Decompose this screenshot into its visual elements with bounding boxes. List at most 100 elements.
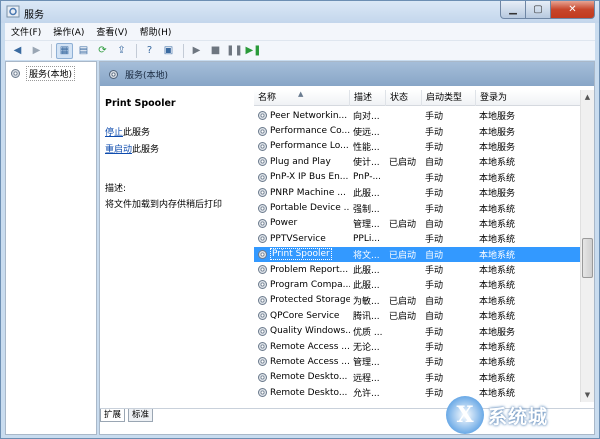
refresh-button[interactable]: ⟳ — [94, 43, 111, 59]
table-row[interactable]: PnP-X IP Bus En... PnP-... 手动 本地系统 — [254, 170, 580, 185]
gear-icon — [109, 69, 118, 79]
table-row[interactable]: Power 管理... 已启动 自动 本地系统 — [254, 216, 580, 231]
column-logon-as[interactable]: 登录为 — [476, 90, 580, 106]
list-header: ▲ 名称 描述 状态 启动类型 登录为 — [254, 90, 580, 106]
cell-startup-type: 手动 — [425, 235, 444, 246]
cell-startup-type: 手动 — [425, 204, 444, 215]
table-row[interactable]: PPTVService PPLi... 手动 本地系统 — [254, 231, 580, 246]
back-button[interactable]: ◀ — [9, 43, 26, 59]
table-row[interactable]: Quality Windows... 优质 ... 手动 本地服务 — [254, 323, 580, 338]
restart-service-button[interactable]: ▶❚ — [245, 43, 262, 59]
menu-action[interactable]: 操作(A) — [53, 25, 84, 38]
column-name[interactable]: ▲ 名称 — [254, 90, 350, 106]
maximize-button[interactable]: ▢ — [526, 1, 551, 19]
cell-startup-type: 手动 — [425, 127, 444, 138]
menu-file[interactable]: 文件(F) — [11, 25, 41, 38]
tree-item-services-local[interactable]: 服务(本地) — [10, 66, 76, 81]
service-name: Print Spooler — [105, 98, 176, 109]
cell-logon-as: 本地系统 — [479, 250, 516, 261]
table-row[interactable]: Protected Storage 为敏... 已启动 自动 本地系统 — [254, 293, 580, 308]
vertical-scrollbar[interactable]: ▲ ▼ — [580, 90, 594, 402]
stop-service-link[interactable]: 停止 — [105, 128, 123, 138]
close-icon: ✕ — [568, 4, 577, 15]
restart-icon: ▶❚ — [245, 45, 262, 56]
cell-name: QPCore Service — [254, 310, 350, 321]
cell-description: 远程... — [353, 373, 380, 384]
service-name-text: Remote Access ... — [270, 356, 350, 367]
pane-title: 服务(本地) — [125, 70, 169, 81]
start-service-button[interactable]: ▶ — [188, 43, 205, 59]
show-console-tree-button[interactable]: ▦ — [56, 42, 73, 59]
tree-item-label: 服务(本地) — [26, 66, 76, 81]
table-row[interactable]: Peer Networkin... 向对... 手动 本地服务 — [254, 108, 580, 123]
refresh-icon: ⟳ — [98, 45, 107, 56]
column-description[interactable]: 描述 — [350, 90, 386, 106]
tab-extended[interactable]: 扩展 — [100, 409, 126, 422]
column-description-label: 描述 — [354, 93, 373, 103]
cell-logon-as: 本地系统 — [479, 373, 516, 384]
service-gear-icon — [258, 188, 267, 198]
cell-startup-type: 手动 — [425, 343, 444, 354]
menu-help[interactable]: 帮助(H) — [140, 25, 172, 38]
table-row[interactable]: Remote Deskto... 远程... 手动 本地系统 — [254, 370, 580, 385]
restart-service-link[interactable]: 重启动 — [105, 145, 132, 155]
service-gear-icon — [258, 265, 267, 275]
service-name-text: Performance Co... — [270, 126, 350, 137]
cell-logon-as: 本地系统 — [479, 204, 516, 215]
table-row[interactable]: Portable Device ... 强制... 手动 本地系统 — [254, 200, 580, 215]
table-row[interactable]: Remote Access ... 无论... 手动 本地系统 — [254, 339, 580, 354]
minimize-button[interactable]: ▁ — [500, 1, 526, 19]
forward-button[interactable]: ▶ — [28, 43, 45, 59]
service-name-text: Problem Report... — [270, 264, 349, 275]
table-row[interactable]: Plug and Play 使计... 已启动 自动 本地系统 — [254, 154, 580, 169]
watermark-logo-icon: X — [446, 396, 484, 434]
restart-row: 重启动此服务 — [105, 142, 254, 155]
cell-description: 性能... — [353, 142, 380, 153]
scroll-up-button[interactable]: ▲ — [581, 90, 594, 104]
stop-suffix: 此服务 — [123, 128, 151, 138]
menu-view[interactable]: 查看(V) — [96, 25, 127, 38]
cell-status: 已启动 — [389, 158, 417, 169]
service-gear-icon — [258, 249, 267, 259]
table-row[interactable]: Program Compa... 此服... 手动 本地系统 — [254, 277, 580, 292]
table-row[interactable]: Performance Co... 使远... 手动 本地服务 — [254, 123, 580, 138]
table-row[interactable]: Problem Report... 此服... 手动 本地系统 — [254, 262, 580, 277]
cell-name: PnP-X IP Bus En... — [254, 172, 350, 183]
service-name-text: Remote Deskto... — [270, 387, 348, 398]
table-row[interactable]: Remote Access ... 管理... 手动 本地系统 — [254, 354, 580, 369]
view-button[interactable]: ▣ — [160, 43, 177, 59]
close-button[interactable]: ✕ — [551, 1, 595, 19]
help-button[interactable]: ? — [141, 43, 158, 59]
stop-service-button[interactable]: ■ — [207, 43, 224, 59]
services-list: ▲ 名称 描述 状态 启动类型 登录为 Peer Networkin... 向对.… — [254, 90, 594, 402]
cell-startup-type: 自动 — [425, 158, 444, 169]
cell-name: PPTVService — [254, 233, 350, 244]
view-icon: ▣ — [163, 45, 174, 56]
properties-button[interactable]: ▤ — [75, 43, 92, 59]
cell-name: Remote Deskto... — [254, 387, 350, 398]
cell-name: Performance Lo... — [254, 141, 350, 152]
service-detail: Print Spooler 停止此服务 重启动此服务 描述: 将文件加载到内存供… — [100, 86, 254, 402]
service-name-text: Program Compa... — [270, 279, 350, 290]
cell-logon-as: 本地系统 — [479, 158, 516, 169]
service-gear-icon — [258, 234, 267, 244]
cell-startup-type: 手动 — [425, 358, 444, 369]
cell-description: 向对... — [353, 112, 380, 123]
column-startup-type[interactable]: 启动类型 — [422, 90, 476, 106]
column-status[interactable]: 状态 — [386, 90, 422, 106]
title-bar[interactable]: 服务 ▁ ▢ ✕ — [1, 1, 599, 23]
scrollbar-thumb[interactable] — [582, 238, 593, 278]
cell-status: 已启动 — [389, 250, 417, 261]
table-row[interactable]: Print Spooler 将文... 已启动 自动 本地系统 — [254, 246, 580, 262]
cell-startup-type: 手动 — [425, 173, 444, 184]
table-row[interactable]: QPCore Service 腾讯... 已启动 自动 本地系统 — [254, 308, 580, 323]
export-list-button[interactable]: ⇪ — [113, 43, 130, 59]
tab-standard[interactable]: 标准 — [128, 409, 154, 422]
service-rows: Peer Networkin... 向对... 手动 本地服务 Performance … — [254, 108, 580, 400]
table-row[interactable]: Performance Lo... 性能... 手动 本地服务 — [254, 139, 580, 154]
table-row[interactable]: PNRP Machine ... 此服... 手动 本地服务 — [254, 185, 580, 200]
cell-description: 管理... — [353, 358, 380, 369]
help-icon: ? — [146, 45, 153, 56]
pause-service-button[interactable]: ❚❚ — [226, 43, 243, 59]
maximize-icon: ▢ — [533, 4, 543, 15]
